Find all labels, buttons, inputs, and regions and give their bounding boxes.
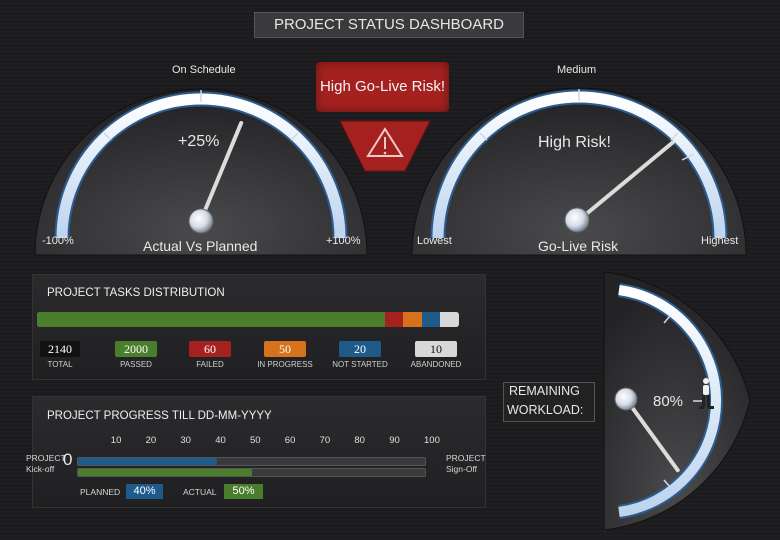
progress-tick-80: 80 <box>354 435 365 446</box>
actual-progress-fill <box>78 469 252 476</box>
actual-value-badge: 50% <box>224 484 263 499</box>
in-progress-badge: 50 <box>264 341 306 357</box>
risk-gauge <box>411 87 747 256</box>
planned-value-badge: 40% <box>126 484 163 499</box>
progress-tick-20: 20 <box>145 435 157 446</box>
stacked-bar-segment-failed <box>384 312 404 327</box>
risk-max-label: Highest <box>701 235 739 247</box>
total-badge: 2140 <box>40 341 80 357</box>
risk-caption: Go-Live Risk <box>538 238 619 254</box>
not-started-badge: 20 <box>339 341 381 357</box>
schedule-max-label: +100% <box>326 235 361 247</box>
stacked-bar-segment-abandoned <box>440 312 459 327</box>
risk-min-label: Lowest <box>417 235 452 247</box>
risk-top-label: Medium <box>557 64 597 76</box>
risk-gauge-hub <box>564 207 590 233</box>
actual-label: ACTUAL <box>183 487 217 497</box>
schedule-caption: Actual Vs Planned <box>143 238 258 254</box>
signoff-label-1: PROJECT <box>446 453 486 463</box>
abandoned-badge: 10 <box>415 341 457 357</box>
go-live-risk-banner: High Go-Live Risk! <box>316 62 449 112</box>
progress-tick-100: 100 <box>424 435 440 446</box>
schedule-top-label: On Schedule <box>172 64 236 76</box>
progress-tick-70: 70 <box>319 435 331 446</box>
warning-panel <box>339 120 431 172</box>
schedule-gauge <box>34 88 368 256</box>
progress-tick-60: 60 <box>284 435 296 446</box>
progress-tick-90: 90 <box>389 435 400 446</box>
passed-badge: 2000 <box>115 341 157 357</box>
progress-tick-30: 30 <box>180 435 191 446</box>
schedule-gauge-hub <box>188 208 214 234</box>
tasks-stacked-bar <box>37 312 459 327</box>
failed-badge: 60 <box>189 341 231 357</box>
progress-tick-50: 50 <box>250 435 261 446</box>
signoff-label-2: Sign-Off <box>446 464 478 474</box>
progress-panel-title: PROJECT PROGRESS TILL DD-MM-YYYY <box>47 410 272 422</box>
stacked-bar-segment-in-progress <box>403 312 422 327</box>
schedule-min-label: -100% <box>42 235 74 247</box>
planned-label: PLANNED <box>80 487 121 497</box>
stacked-bar-segment-passed <box>37 312 385 327</box>
schedule-value-label: +25% <box>178 133 220 150</box>
progress-tick-10: 10 <box>110 435 122 446</box>
total-caption: TOTAL <box>47 360 73 369</box>
stacked-bar-segment-not-started <box>421 312 441 327</box>
abandoned-caption: ABANDONED <box>410 360 462 369</box>
tasks-panel-title: PROJECT TASKS DISTRIBUTION <box>47 287 225 299</box>
risk-value-label: High Risk! <box>538 134 611 151</box>
kickoff-label-1: PROJECT <box>26 453 66 463</box>
progress-tick-40: 40 <box>215 435 226 446</box>
workload-label-2: WORKLOAD: <box>507 403 584 417</box>
planned-progress-fill <box>78 458 218 465</box>
workload-value-label: 80% <box>653 393 684 410</box>
workload-label-1: REMAINING <box>509 384 580 398</box>
kickoff-label-2: Kick-off <box>26 464 55 474</box>
progress-start-value: 0 <box>63 450 73 469</box>
workload-gauge-hub <box>614 387 638 411</box>
